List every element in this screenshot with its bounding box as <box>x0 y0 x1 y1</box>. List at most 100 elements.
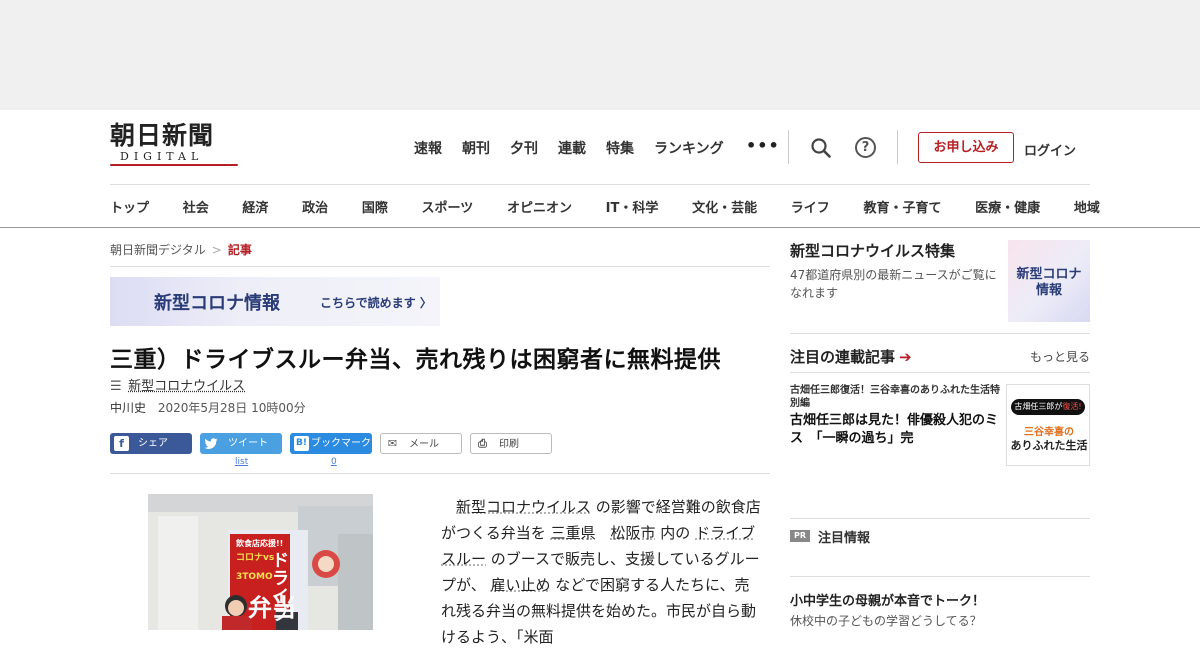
category-health[interactable]: 医療・健康 <box>975 197 1040 216</box>
twitter-count[interactable]: list <box>235 457 248 467</box>
publish-date: 2020年5月28日 10時00分 <box>157 401 306 415</box>
mail-icon: ✉ <box>387 437 398 450</box>
serial-headline[interactable]: 古畑任三郎は見た！俳優殺人犯のミス 「一瞬の過ち」完 <box>790 412 1002 448</box>
article-headline: 三重）ドライブスルー弁当、売れ残りは困窮者に無料提供 <box>110 347 721 373</box>
category-economy[interactable]: 経済 <box>242 197 268 216</box>
photo-sign-text: 弁当 <box>248 594 296 622</box>
divider <box>110 266 770 267</box>
keyword-link[interactable]: 新型コロナウイルス <box>456 498 591 516</box>
author-name: 中川史 <box>110 401 147 415</box>
category-society[interactable]: 社会 <box>183 197 209 216</box>
pr-badge: PR <box>790 530 810 542</box>
nav-feature[interactable]: 特集 <box>606 138 634 158</box>
category-education[interactable]: 教育・子育て <box>863 197 941 216</box>
print-icon: ⎙ <box>478 437 487 450</box>
divider <box>790 333 1090 334</box>
corona-info-banner[interactable]: 新型コロナ情報 こちらで読めます 〉 <box>110 277 440 326</box>
help-icon[interactable]: ? <box>855 137 876 158</box>
category-politics[interactable]: 政治 <box>302 197 328 216</box>
hatena-icon: B! <box>294 436 309 451</box>
divider <box>788 130 789 164</box>
serial-series-name[interactable]: 古畑任三郎復活！三谷幸喜のありふれた生活特別編 <box>790 384 1002 410</box>
serial-thumbnail-text: 古畑任三郎が <box>1014 402 1063 411</box>
serial-section-title[interactable]: 注目の連載記事 ➔ <box>790 346 912 367</box>
print-label: 印刷 <box>499 439 519 450</box>
banner-link: こちらで読めます 〉 <box>320 296 432 310</box>
list-icon: ☰ <box>110 379 122 394</box>
feature-title[interactable]: 新型コロナウイルス特集 <box>790 240 955 261</box>
header-divider <box>110 184 1090 185</box>
category-nav: トップ 社会 経済 政治 国際 スポーツ オピニオン IT・科学 文化・芸能 ラ… <box>110 197 1100 216</box>
breadcrumb-home[interactable]: 朝日新聞デジタル <box>110 243 206 257</box>
mail-share-button[interactable]: ✉ メール <box>380 433 462 454</box>
photo-sign-text: 3TOMO <box>236 572 273 582</box>
hatena-bookmark-label: ブックマーク <box>311 438 371 449</box>
byline: 中川史 2020年5月28日 10時00分 <box>110 399 306 416</box>
site-header: 朝日新聞 DIGITAL 速報 朝刊 夕刊 連載 特集 ランキング ••• ? … <box>0 110 1200 228</box>
photo-sign-text: コロナvs <box>236 553 275 563</box>
facebook-share-button[interactable]: f シェア <box>110 433 192 454</box>
print-button[interactable]: ⎙ 印刷 <box>470 433 552 454</box>
subscribe-button[interactable]: お申し込み <box>918 132 1014 163</box>
logo-underline <box>110 164 238 166</box>
body-text: 内の <box>655 524 696 542</box>
divider <box>110 473 770 474</box>
twitter-icon <box>204 436 219 451</box>
pr-article-subtitle: 休校中の子どもの学習どうしてる？ <box>790 614 982 628</box>
nav-evening[interactable]: 夕刊 <box>510 138 538 158</box>
serial-thumbnail-text: 復活! <box>1062 402 1082 411</box>
feature-description: 47都道府県別の最新ニュースがご覧になれます <box>790 268 997 300</box>
twitter-share-label: ツイート <box>228 438 268 449</box>
category-sports[interactable]: スポーツ <box>422 197 474 216</box>
breadcrumb-current: 記事 <box>227 243 252 257</box>
category-international[interactable]: 国際 <box>362 197 388 216</box>
pr-section-title: 注目情報 <box>818 531 871 546</box>
article-tag-link[interactable]: 新型コロナウイルス <box>128 379 245 394</box>
serial-thumbnail-text: 三谷幸喜の <box>1024 427 1074 438</box>
breadcrumb-separator: > <box>211 243 222 257</box>
keyword-link[interactable]: 雇い止め <box>490 576 550 594</box>
banner-title: 新型コロナ情報 <box>154 293 280 314</box>
divider <box>790 372 1090 373</box>
nav-ranking[interactable]: ランキング <box>654 138 724 158</box>
category-culture[interactable]: 文化・芸能 <box>692 197 757 216</box>
feature-thumbnail[interactable]: 新型コロナ 情報 <box>1008 240 1090 322</box>
nav-serial[interactable]: 連載 <box>558 138 586 158</box>
article-tag-row: ☰ 新型コロナウイルス <box>110 375 245 394</box>
site-logo[interactable]: 朝日新聞 DIGITAL <box>110 122 242 168</box>
category-it-science[interactable]: IT・科学 <box>606 197 659 216</box>
serial-thumbnail-banner: 古畑任三郎が復活! <box>1011 399 1085 415</box>
hatena-count[interactable]: 0 <box>331 457 337 467</box>
article-photo[interactable]: 飲食店応援!! コロナvs 3TOMO ドライブ 弁当 <box>148 494 373 630</box>
divider <box>790 576 1090 577</box>
article-paragraph: 新型コロナウイルス の影響で経営難の飲食店がつくる弁当を 三重県 松阪市 内の … <box>441 494 761 650</box>
divider <box>897 130 898 164</box>
see-more-link[interactable]: もっと見る <box>1030 348 1090 365</box>
serial-thumbnail[interactable]: 古畑任三郎が復活! 三谷幸喜の ありふれた生活 <box>1006 384 1090 466</box>
mail-label: メール <box>409 439 439 450</box>
category-life[interactable]: ライフ <box>791 197 830 216</box>
photo-sign-text: 飲食店応援!! <box>236 539 284 548</box>
more-menu-icon[interactable]: ••• <box>746 136 780 155</box>
category-top[interactable]: トップ <box>110 197 149 216</box>
divider <box>790 518 1090 519</box>
category-local[interactable]: 地域 <box>1074 197 1100 216</box>
serial-thumbnail-text: ありふれた生活 <box>1010 439 1088 452</box>
nav-breaking[interactable]: 速報 <box>414 138 442 158</box>
breadcrumb: 朝日新聞デジタル > 記事 <box>110 241 252 258</box>
keyword-link[interactable]: 松阪市 <box>611 524 656 542</box>
search-icon[interactable] <box>810 137 832 159</box>
twitter-share-button[interactable]: ツイート <box>200 433 282 454</box>
login-link[interactable]: ログイン <box>1024 140 1076 159</box>
article-body: 新型コロナウイルス の影響で経営難の飲食店がつくる弁当を 三重県 松阪市 内の … <box>441 494 761 650</box>
facebook-share-label: シェア <box>138 438 168 449</box>
serial-title-text: 注目の連載記事 <box>790 348 896 366</box>
pr-article-title[interactable]: 小中学生の母親が本音でトーク！ <box>790 590 985 609</box>
nav-morning[interactable]: 朝刊 <box>462 138 490 158</box>
category-opinion[interactable]: オピニオン <box>507 197 572 216</box>
top-nav: 速報 朝刊 夕刊 連載 特集 ランキング <box>414 138 744 158</box>
hatena-bookmark-button[interactable]: B! ブックマーク <box>290 433 372 454</box>
advertisement-area <box>0 0 1200 110</box>
arrow-right-icon: ➔ <box>899 348 912 366</box>
keyword-link[interactable]: 三重県 <box>550 524 595 542</box>
